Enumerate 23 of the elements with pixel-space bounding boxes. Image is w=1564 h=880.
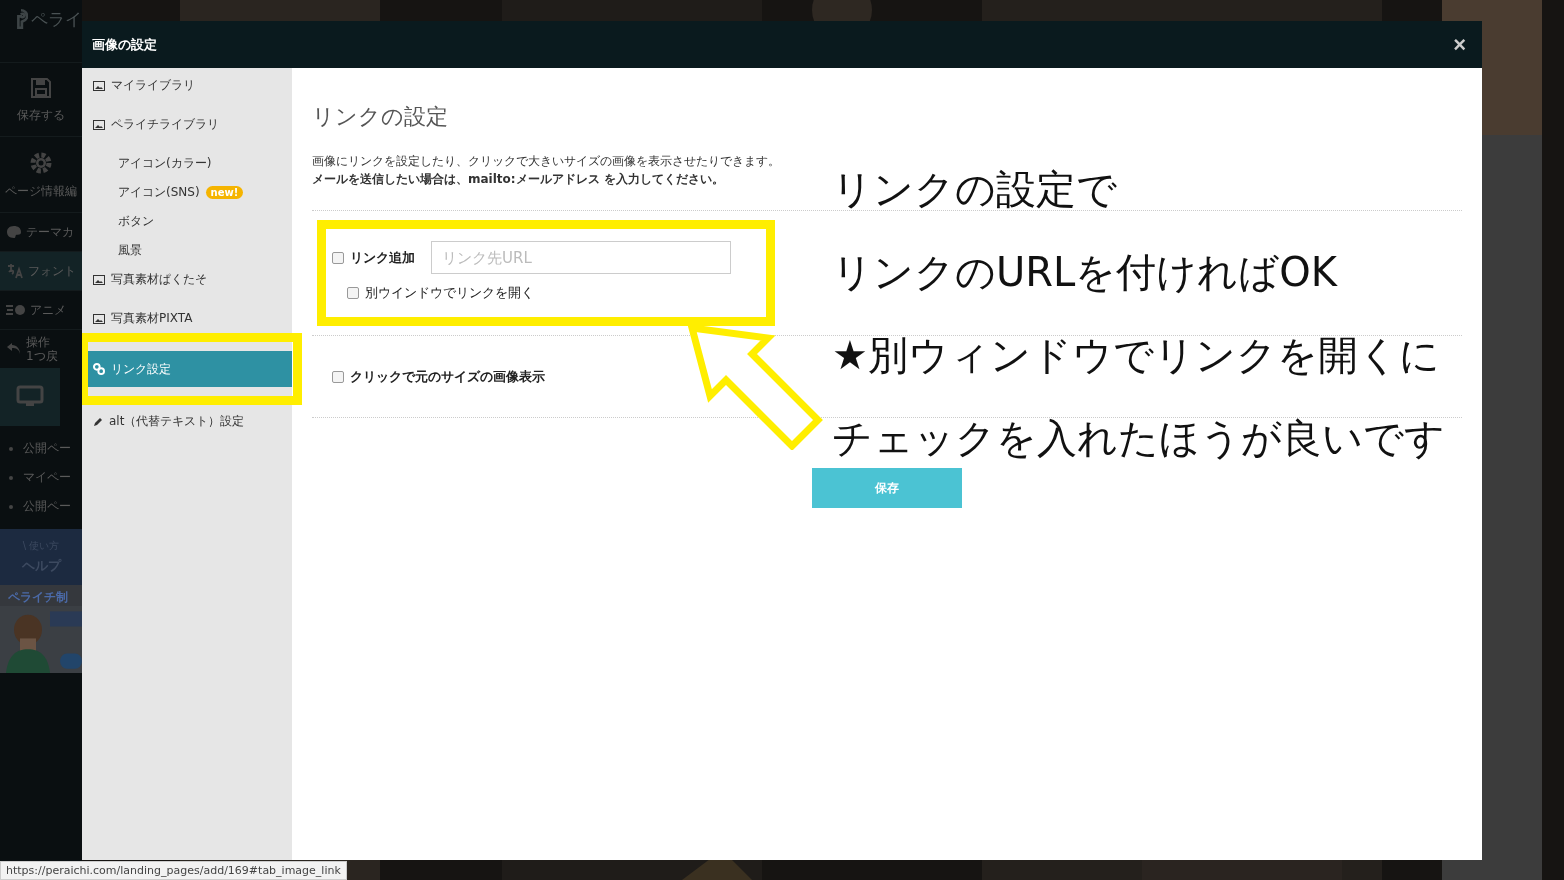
page-link[interactable]: マイペー [23, 469, 71, 486]
font-icon[interactable] [6, 263, 24, 279]
palette-icon[interactable] [6, 225, 22, 239]
sidebar-sublabel: 1つ戻 [26, 349, 58, 363]
bullet-dot-icon [9, 504, 13, 509]
promo-banner[interactable]: ペライチ制 [0, 585, 82, 673]
page-link[interactable]: 公開ペー [23, 498, 71, 515]
page-link[interactable]: 公開ペー [23, 440, 71, 457]
sidebar-label: 操作 [26, 335, 51, 349]
sidebar-label: 保存する [17, 107, 65, 124]
preview-tab[interactable] [0, 368, 60, 426]
bullet-dot-icon [9, 475, 13, 480]
promo-title: ペライチ制 [7, 589, 69, 606]
app-logo: ペライ [31, 8, 82, 31]
gear-icon[interactable] [29, 151, 53, 175]
pin-logo-icon [14, 8, 28, 30]
animation-icon[interactable] [6, 304, 26, 316]
sidebar-label: アニメ [30, 301, 66, 319]
monitor-icon [16, 385, 44, 409]
sidebar-label: テーマカ [26, 223, 74, 241]
bullet-dot-icon [9, 446, 13, 451]
undo-icon[interactable] [6, 342, 22, 356]
sidebar-label: ページ情報編 [5, 183, 77, 200]
